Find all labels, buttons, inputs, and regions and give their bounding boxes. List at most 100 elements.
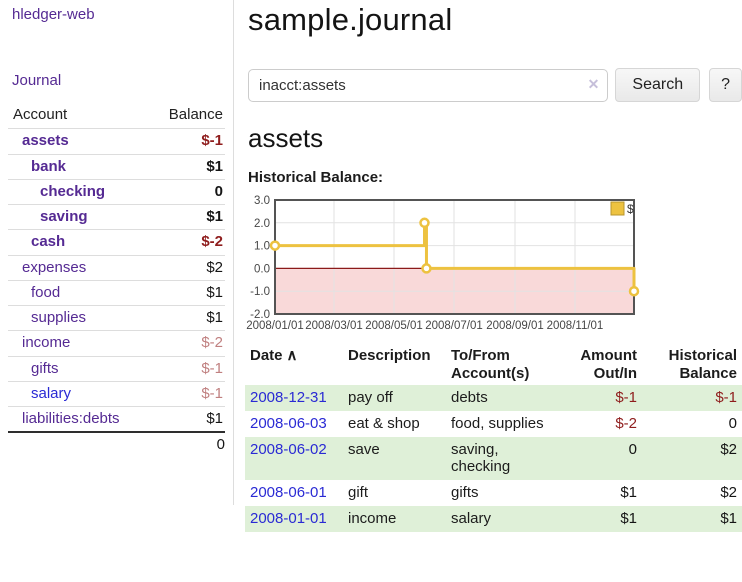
- register-col-accounts: To/From Account(s): [446, 344, 564, 385]
- accounts-total-spacer: [8, 432, 148, 456]
- search-box: ✕: [248, 69, 608, 102]
- account-heading: assets: [248, 123, 742, 154]
- account-balance: $1: [148, 306, 225, 331]
- register-cell-date: 2008-06-03: [245, 411, 343, 437]
- account-row: expenses $2: [8, 255, 225, 280]
- accounts-table: Account Balance assets $-1 bank $1 checking 0…: [8, 102, 225, 457]
- register-cell-balance: $1: [642, 506, 742, 532]
- search-input[interactable]: [248, 69, 608, 102]
- account-balance: $-1: [148, 381, 225, 406]
- register-cell-accounts: saving, checking: [446, 437, 564, 480]
- y-axis-tick-label: -1.0: [250, 286, 270, 298]
- register-header-row: Date∧ Description To/From Account(s) Amo…: [245, 344, 742, 385]
- table-row: 2008-06-01giftgifts$1$2: [245, 480, 742, 506]
- account-link[interactable]: assets: [22, 132, 69, 149]
- table-row: 2008-01-01incomesalary$1$1: [245, 506, 742, 532]
- x-axis-tick-label: 2008/11/01: [547, 320, 604, 332]
- account-balance: $-1: [148, 129, 225, 154]
- account-link[interactable]: liabilities:debts: [22, 410, 120, 427]
- register-col-date[interactable]: Date∧: [245, 344, 343, 385]
- register-cell-description: eat & shop: [343, 411, 446, 437]
- register-cell-date: 2008-06-01: [245, 480, 343, 506]
- account-link[interactable]: gifts: [31, 360, 59, 377]
- search-button[interactable]: Search: [615, 68, 700, 102]
- register-cell-accounts: food, supplies: [446, 411, 564, 437]
- table-row: 2008-06-03 eat & shopfood, supplies$-20: [245, 411, 742, 437]
- x-axis-tick-label: 2008/09/01: [486, 320, 544, 332]
- account-link[interactable]: expenses: [22, 259, 86, 276]
- register-cell-description: pay off: [343, 385, 446, 411]
- x-axis-tick-label: 2008/03/01: [305, 320, 363, 332]
- date-link[interactable]: 2008-06-02: [250, 441, 327, 458]
- register-cell-description: gift: [343, 480, 446, 506]
- register-cell-accounts: debts: [446, 385, 564, 411]
- register-cell-balance: 0: [642, 411, 742, 437]
- x-axis-tick-label: 2008/01/01: [246, 320, 304, 332]
- account-link[interactable]: salary: [31, 385, 71, 402]
- account-row: gifts $-1: [8, 356, 225, 381]
- x-axis-tick-label: 2008/07/01: [425, 320, 483, 332]
- account-link[interactable]: checking: [40, 183, 105, 200]
- register-cell-amount: $-2: [564, 411, 642, 437]
- account-link[interactable]: cash: [31, 233, 65, 250]
- register-col-balance: Historical Balance: [642, 344, 742, 385]
- accounts-col-account: Account: [8, 102, 148, 129]
- account-balance: 0: [148, 179, 225, 204]
- balance-chart-svg: $3.02.01.00.0-1.0-2.02008/01/012008/03/0…: [243, 188, 742, 340]
- account-link[interactable]: food: [31, 284, 60, 301]
- accounts-col-balance: Balance: [148, 102, 225, 129]
- chart-title: Historical Balance:: [248, 169, 742, 186]
- sidebar-item-journal[interactable]: Journal: [12, 72, 61, 89]
- account-balance: $-1: [148, 356, 225, 381]
- register-col-description: Description: [343, 344, 446, 385]
- legend-swatch: [611, 202, 624, 215]
- y-axis-tick-label: 1.0: [254, 241, 270, 253]
- date-link[interactable]: 2008-06-03: [250, 415, 327, 432]
- data-point-marker: [271, 242, 279, 250]
- sidebar: hledger-web Journal Account Balance asse…: [0, 0, 233, 505]
- x-axis-tick-label: 2008/05/01: [365, 320, 423, 332]
- register-table: Date∧ Description To/From Account(s) Amo…: [245, 344, 742, 532]
- accounts-total-row: 0: [8, 432, 225, 456]
- account-link[interactable]: income: [22, 334, 70, 351]
- legend-label: $: [627, 202, 634, 216]
- app-title-link[interactable]: hledger-web: [12, 6, 95, 23]
- date-link[interactable]: 2008-12-31: [250, 389, 327, 406]
- register-cell-date: 2008-06-02: [245, 437, 343, 480]
- main-content: sample.journal ✕ Search ? assets Histori…: [243, 0, 742, 532]
- account-balance: $-2: [148, 331, 225, 356]
- search-row: ✕ Search ?: [248, 68, 742, 102]
- register-cell-description: save: [343, 437, 446, 480]
- data-point-marker: [421, 219, 429, 227]
- account-balance: $2: [148, 255, 225, 280]
- sort-asc-icon: ∧: [287, 347, 298, 364]
- account-link[interactable]: saving: [40, 208, 88, 225]
- account-row: cash$-2: [8, 230, 225, 255]
- y-axis-tick-label: 0.0: [254, 263, 270, 275]
- account-row: supplies $1: [8, 306, 225, 331]
- clear-search-icon[interactable]: ✕: [588, 77, 600, 91]
- register-cell-amount: $1: [564, 480, 642, 506]
- account-row: food $1: [8, 280, 225, 305]
- account-row: assets $-1: [8, 129, 225, 154]
- date-link[interactable]: 2008-01-01: [250, 510, 327, 527]
- register-cell-date: 2008-12-31: [245, 385, 343, 411]
- accounts-header-row: Account Balance: [8, 102, 225, 129]
- help-button[interactable]: ?: [709, 68, 742, 102]
- sidebar-divider: [233, 0, 234, 505]
- page-title: sample.journal: [248, 2, 742, 38]
- register-cell-date: 2008-01-01: [245, 506, 343, 532]
- account-balance: $1: [148, 154, 225, 179]
- account-link[interactable]: supplies: [31, 309, 86, 326]
- account-link[interactable]: bank: [31, 158, 66, 175]
- register-cell-accounts: salary: [446, 506, 564, 532]
- y-axis-tick-label: 2.0: [254, 218, 270, 230]
- register-col-amount: Amount Out/In: [564, 344, 642, 385]
- account-balance: $1: [148, 280, 225, 305]
- balance-chart: $3.02.01.00.0-1.0-2.02008/01/012008/03/0…: [243, 188, 742, 340]
- register-cell-balance: $2: [642, 437, 742, 480]
- date-link[interactable]: 2008-06-01: [250, 484, 327, 501]
- accounts-total-value: 0: [148, 432, 225, 456]
- account-row: liabilities:debts $1: [8, 407, 225, 433]
- account-balance: $1: [148, 407, 225, 433]
